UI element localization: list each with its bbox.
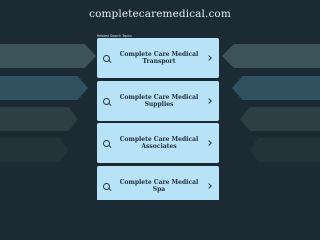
decorative-arrow-left-4 [0, 138, 68, 162]
decorative-arrow-right-4 [250, 138, 320, 162]
parked-domain-page: completecaremedical.com Related Search T… [0, 0, 320, 200]
related-search-link-label: Complete Care Medical Associates [119, 136, 199, 150]
search-icon [103, 54, 110, 62]
related-search-link-label: Complete Care Medical Spa [119, 179, 199, 193]
domain-title: completecaremedical.com [89, 8, 231, 20]
related-search-link-supplies[interactable]: Complete Care Medical Supplies [97, 81, 219, 121]
related-search-link-transport[interactable]: Complete Care Medical Transport [97, 38, 219, 78]
decorative-arrow-left-2 [0, 76, 88, 100]
decorative-arrow-left-1 [0, 44, 96, 68]
search-icon [103, 182, 110, 190]
decorative-arrow-right-1 [222, 44, 320, 68]
related-search-link-associates[interactable]: Complete Care Medical Associates [97, 123, 219, 163]
decorative-arrow-right-3 [240, 107, 320, 131]
related-search-link-spa[interactable]: Complete Care Medical Spa [97, 166, 219, 200]
chevron-right-icon [206, 140, 212, 146]
search-icon [103, 139, 110, 147]
decorative-arrow-left-3 [0, 107, 78, 131]
related-search-link-label: Complete Care Medical Transport [119, 51, 199, 65]
decorative-arrow-right-2 [232, 76, 320, 100]
related-search-link-label: Complete Care Medical Supplies [119, 94, 199, 108]
chevron-right-icon [206, 55, 212, 61]
chevron-right-icon [206, 98, 212, 104]
chevron-right-icon [206, 183, 212, 189]
search-icon [103, 97, 110, 105]
